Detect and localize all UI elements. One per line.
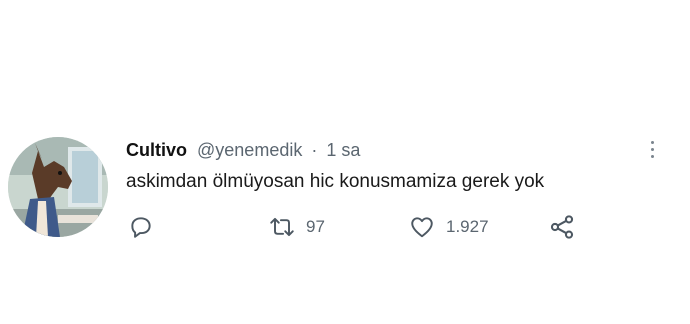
tweet-header: Cultivo @yenemedik · 1 sa bbox=[126, 139, 360, 161]
share-button[interactable] bbox=[547, 210, 577, 244]
retweet-icon bbox=[270, 217, 294, 237]
timestamp[interactable]: 1 sa bbox=[326, 140, 360, 160]
display-name[interactable]: Cultivo bbox=[126, 140, 187, 160]
tweet-actions: 97 1.927 bbox=[0, 210, 690, 244]
reply-button[interactable] bbox=[128, 210, 154, 244]
more-vertical-icon[interactable] bbox=[643, 136, 661, 162]
reply-icon bbox=[131, 217, 151, 238]
share-icon bbox=[550, 215, 574, 239]
tweet-text: askimdan ölmüyosan hic konusmamiza gerek… bbox=[126, 171, 545, 192]
separator-dot: · bbox=[311, 140, 318, 160]
heart-icon bbox=[411, 217, 433, 238]
tweet-card[interactable]: Cultivo @yenemedik · 1 sa askimdan ölmüy… bbox=[0, 0, 690, 324]
retweet-count: 97 bbox=[306, 217, 325, 236]
like-count: 1.927 bbox=[446, 217, 489, 236]
like-button[interactable]: 1.927 bbox=[408, 210, 489, 244]
user-handle[interactable]: @yenemedik bbox=[197, 140, 302, 160]
retweet-button[interactable]: 97 bbox=[268, 210, 325, 244]
